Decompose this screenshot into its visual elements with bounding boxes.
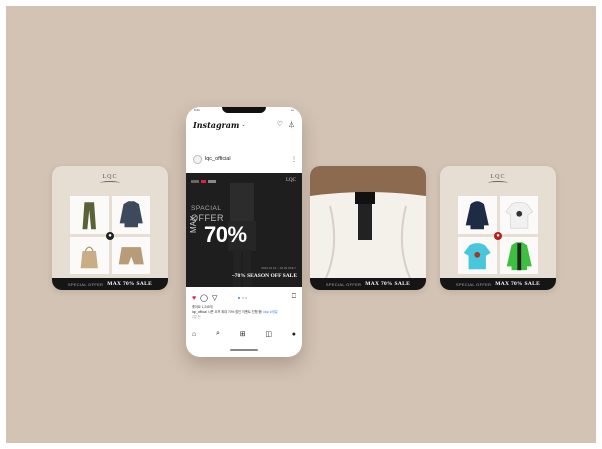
heart-icon[interactable]: ♡ [277,120,283,130]
post-logo: LQC [286,178,296,183]
banner-sale: MAX 70% SALE [495,281,541,287]
sale-banner: SPECIAL OFFER MAX 70% SALE [440,278,556,290]
more-options-icon[interactable]: ⋮ [291,156,297,163]
product-shorts-image[interactable] [111,236,150,274]
post-spacial-text: SPACIAL [191,205,222,212]
card-logo: LQC [440,174,556,190]
banner-prefix: SPECIAL OFFER [67,281,104,287]
banner-sale: MAX 70% SALE [107,281,153,287]
product-pants-image[interactable] [70,196,109,234]
product-navy-hoodie-image[interactable] [458,196,497,234]
bookmark-icon[interactable]: ⎕ [292,293,296,301]
product-jacket-image[interactable] [111,196,150,234]
home-indicator [230,349,258,351]
post-logo-text: LQC [286,178,296,183]
sale-banner: SPECIAL OFFER MAX 70% SALE [310,278,426,290]
post-image[interactable]: LQC SPACIAL OFFER MAX 70% 2024.02.16 ~ 0… [186,173,302,287]
banner-sale: MAX 70% SALE [365,281,411,287]
post-caption: 좋아요 1,245개 lqc_official 시즌 오프 최대 70% 할인 … [192,305,296,320]
home-icon[interactable]: ⌂ [192,331,196,338]
post-tag-bar [191,180,216,183]
status-indicators: ••• [290,108,294,112]
logo-badge-icon: ● [106,232,114,240]
post-percent: 70% [204,222,247,247]
carousel-dots [238,297,250,300]
status-time: 9:41 [194,108,200,112]
product-white-tee-image[interactable] [499,196,538,234]
banner-prefix: SPECIAL OFFER [325,281,362,287]
post-time: 2일 전 [192,315,201,319]
promo-card-grid-left[interactable]: LQC ● SPECIAL OFFER MAX 70% SALE [52,166,168,290]
filter-icon[interactable]: ⏃ [288,120,295,130]
post-author-row[interactable]: lqc_official ⋮ [193,153,297,165]
card-logo-text: LQC [102,174,118,180]
share-icon[interactable]: ▽ [212,294,217,302]
bottom-nav: ⌂ ⌕ ⊞ ◫ ● [192,328,296,340]
chevron-down-icon[interactable]: ⌄ [241,122,245,128]
caption-text: lqc_official 시즌 오프 최대 70% 할인 이벤트 진행 중! [192,310,263,314]
product-photo [310,166,426,278]
post-fine-print: 2024.02.16 ~ 02.29 ONLY [261,266,296,270]
post-max-text: MAX [189,215,198,233]
post-season-sale: ~70% SEASON OFF SALE [231,273,297,279]
banner-prefix: SPECIAL OFFER [455,281,492,287]
shop-icon[interactable]: ◫ [265,330,272,338]
comment-icon[interactable]: ◯ [200,294,208,302]
card-logo-text: LQC [490,174,506,180]
caption-hashtag-link[interactable]: #lqc #세일 [263,310,277,314]
phone-notch [222,107,266,113]
instagram-logo[interactable]: Instagram [193,120,239,130]
reels-icon[interactable]: ⊞ [240,330,246,338]
sale-banner: SPECIAL OFFER MAX 70% SALE [52,278,168,290]
search-icon[interactable]: ⌕ [216,330,220,338]
mockup-background: LQC ● SPECIAL OFFER MAX 70% SALE 9:41 ••… [6,6,596,443]
product-cyan-tee-image[interactable] [458,236,497,274]
profile-handle[interactable]: lqc_official [205,156,231,162]
phone-instagram-screen: 9:41 ••• Instagram ⌄ ♡ ⏃ lqc_official ⋮ … [186,107,302,357]
promo-card-photo[interactable]: SPECIAL OFFER MAX 70% SALE [310,166,426,290]
logo-badge-icon: ● [494,232,502,240]
avatar[interactable] [193,154,202,164]
instagram-header: Instagram ⌄ ♡ ⏃ [193,118,295,132]
profile-icon[interactable]: ● [292,331,296,338]
card-logo: LQC [52,174,168,190]
product-bag-image[interactable] [70,236,109,274]
product-green-jacket-image[interactable] [499,236,538,274]
like-icon[interactable]: ♥ [192,295,196,302]
promo-card-grid-right[interactable]: LQC ● SPECIAL OFFER MAX 70% SALE [440,166,556,290]
